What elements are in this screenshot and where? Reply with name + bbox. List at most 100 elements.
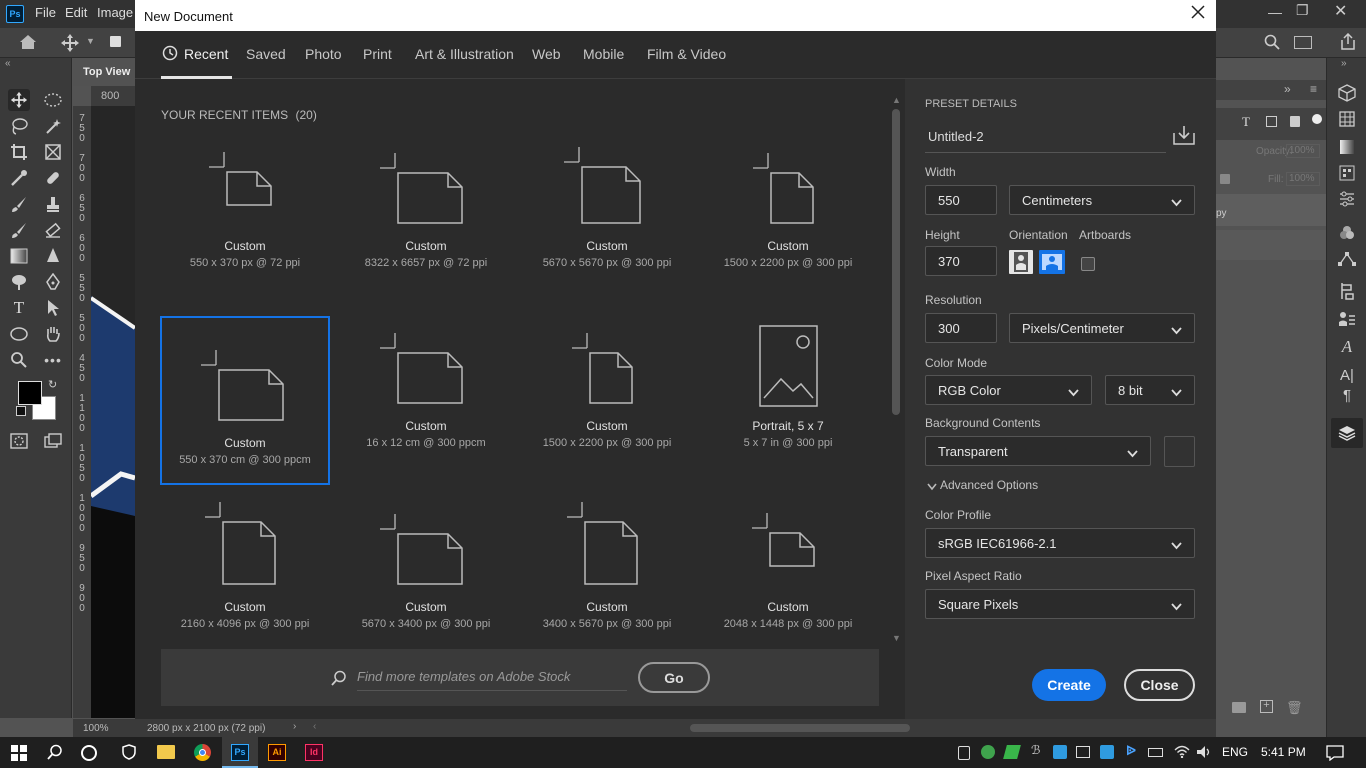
color-profile-select[interactable]: sRGB IEC61966-2.1 <box>925 528 1195 558</box>
blur-icon[interactable] <box>42 245 64 267</box>
libraries-icon[interactable] <box>1335 162 1359 184</box>
delete-layer-icon[interactable]: 🗑 <box>1286 700 1303 716</box>
eyedropper-icon[interactable] <box>8 167 30 189</box>
quick-mask-icon[interactable] <box>8 430 30 452</box>
recent-item[interactable]: Portrait, 5 x 7 5 x 7 in @ 300 ppi <box>703 301 873 469</box>
elliptical-marquee-icon[interactable] <box>42 89 64 111</box>
tab-web[interactable]: Web <box>532 46 561 62</box>
go-button[interactable]: Go <box>638 662 710 693</box>
advanced-chevron-icon[interactable] <box>927 480 937 494</box>
horizontal-scrollbar[interactable] <box>690 724 910 732</box>
tray-device-icon[interactable] <box>958 746 970 760</box>
swap-colors-icon[interactable]: ↻ <box>48 378 57 391</box>
recent-item[interactable]: Custom 3400 x 5670 px @ 300 ppi <box>522 500 692 668</box>
ellipse-shape-icon[interactable] <box>8 323 30 345</box>
recent-item[interactable]: Custom 1500 x 2200 px @ 300 ppi <box>522 301 692 469</box>
resolution-input[interactable]: 300 <box>925 313 997 343</box>
3d-icon[interactable] <box>1335 82 1359 104</box>
tab-recent[interactable]: Recent <box>184 46 228 62</box>
preset-name-field[interactable]: Untitled-2 <box>925 124 1166 153</box>
type-icon[interactable]: T <box>8 297 30 319</box>
table-icon[interactable] <box>1335 108 1359 130</box>
properties-icon[interactable] <box>1335 308 1359 330</box>
minimize-icon[interactable]: — <box>1268 4 1282 20</box>
scroll-down-icon[interactable]: ▼ <box>892 633 901 643</box>
bit-depth-select[interactable]: 8 bit <box>1105 375 1195 405</box>
tab-film-video[interactable]: Film & Video <box>647 46 726 62</box>
width-unit-select[interactable]: Centimeters <box>1009 185 1195 215</box>
close-icon[interactable] <box>1191 5 1205 22</box>
adjustments-icon[interactable] <box>1335 188 1359 210</box>
create-button[interactable]: Create <box>1032 669 1106 701</box>
fill-value[interactable]: 100% <box>1286 172 1320 186</box>
frame-icon[interactable] <box>42 141 64 163</box>
recent-item[interactable]: Custom 2048 x 1448 px @ 300 ppi <box>703 500 873 668</box>
landscape-orientation-button[interactable] <box>1039 250 1065 274</box>
chrome-icon[interactable] <box>194 744 211 761</box>
group-icon[interactable] <box>1232 702 1246 713</box>
lock-filter-icon[interactable] <box>1290 116 1300 127</box>
gradient-panel-icon[interactable] <box>1335 136 1359 158</box>
background-color-swatch[interactable] <box>1164 436 1195 467</box>
path-selection-icon[interactable] <box>42 297 64 319</box>
new-layer-icon[interactable]: + <box>1260 700 1273 713</box>
opacity-value[interactable]: 100% <box>1286 144 1320 158</box>
menu-image[interactable]: Image <box>97 5 133 20</box>
defender-shield-icon[interactable] <box>121 744 137 763</box>
search-icon[interactable] <box>47 744 63 763</box>
battery-icon[interactable] <box>1148 748 1163 757</box>
screen-mode-icon[interactable] <box>42 430 64 452</box>
expand-panels-icon[interactable]: » <box>1284 82 1291 96</box>
portrait-orientation-button[interactable] <box>1009 250 1033 274</box>
scroll-left-icon[interactable]: ‹ <box>313 721 316 732</box>
crop-icon[interactable] <box>8 141 30 163</box>
illustrator-icon[interactable]: Ai <box>268 744 286 761</box>
height-input[interactable]: 370 <box>925 246 997 276</box>
restore-icon[interactable]: ❐ <box>1296 2 1309 19</box>
character-style-icon[interactable]: A <box>1335 336 1359 358</box>
eraser-icon[interactable] <box>42 219 64 241</box>
filter-toggle-icon[interactable] <box>1312 114 1322 124</box>
tab-print[interactable]: Print <box>363 46 392 62</box>
canvas[interactable] <box>91 106 135 718</box>
lasso-icon[interactable] <box>8 115 30 137</box>
recent-item[interactable]: Custom 8322 x 6657 px @ 72 ppi <box>341 139 511 307</box>
dodge-icon[interactable] <box>8 271 30 293</box>
close-window-icon[interactable]: ✕ <box>1334 1 1347 21</box>
type-filter-icon[interactable]: T <box>1242 114 1250 130</box>
shape-filter-icon[interactable] <box>1266 116 1277 127</box>
color-icon[interactable] <box>1335 222 1359 244</box>
layer-row[interactable] <box>1216 230 1326 260</box>
status-arrow-icon[interactable]: › <box>293 721 296 732</box>
recent-item[interactable]: Custom 16 x 12 cm @ 300 ppcm <box>341 301 511 469</box>
tray-app-icon[interactable] <box>1100 745 1114 759</box>
save-preset-icon[interactable] <box>1173 125 1195 148</box>
layer-row[interactable] <box>1216 194 1326 226</box>
tab-art-illustration[interactable]: Art & Illustration <box>415 46 514 62</box>
indesign-icon[interactable]: Id <box>305 744 323 761</box>
paragraph-icon[interactable]: ¶ <box>1335 384 1359 406</box>
zoom-level[interactable]: 100% <box>83 723 109 734</box>
wifi-icon[interactable] <box>1174 744 1190 761</box>
more-tools-icon[interactable]: ••• <box>42 349 64 371</box>
brush-icon[interactable] <box>8 193 30 215</box>
move-tool-icon[interactable] <box>60 33 80 56</box>
chevron-down-icon[interactable]: ▼ <box>86 36 95 46</box>
default-colors-icon[interactable] <box>16 406 26 416</box>
stamp-icon[interactable] <box>42 193 64 215</box>
clock[interactable]: 5:41 PM <box>1261 745 1306 759</box>
share-icon[interactable] <box>1340 32 1356 54</box>
hand-icon[interactable] <box>42 323 64 345</box>
width-input[interactable]: 550 <box>925 185 997 215</box>
background-contents-select[interactable]: Transparent <box>925 436 1151 466</box>
scroll-up-icon[interactable]: ▲ <box>892 95 901 105</box>
layers-icon[interactable] <box>1331 418 1363 448</box>
recent-item[interactable]: Custom 2160 x 4096 px @ 300 ppi <box>160 500 330 668</box>
vertical-scrollbar[interactable]: ▲ ▼ <box>889 95 903 647</box>
file-explorer-icon[interactable] <box>157 745 175 759</box>
scrollbar-thumb[interactable] <box>892 109 900 415</box>
recent-item[interactable]: Custom 5670 x 5670 px @ 300 ppi <box>522 139 692 307</box>
foreground-color-swatch[interactable] <box>18 381 42 405</box>
notification-icon[interactable] <box>1326 745 1344 764</box>
document-tab[interactable]: Top View <box>73 58 135 86</box>
